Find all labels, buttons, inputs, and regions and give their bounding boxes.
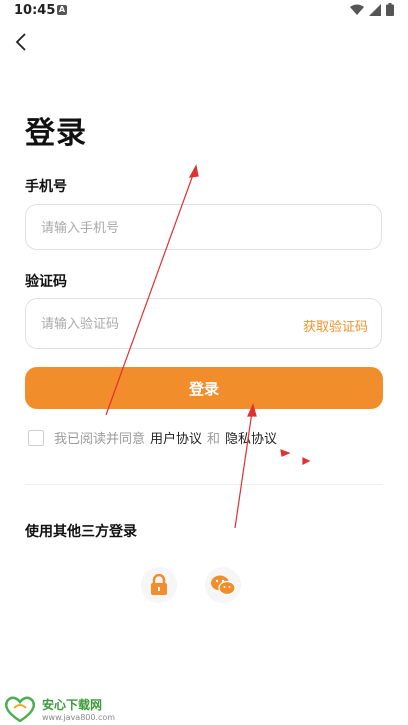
watermark: 安心下载网 www.java800.com: [4, 696, 115, 722]
annotation-arrows: [105, 164, 311, 529]
heart-logo-icon: [4, 696, 36, 722]
watermark-name: 安心下载网: [42, 698, 103, 712]
watermark-url: www.java800.com: [42, 713, 116, 722]
